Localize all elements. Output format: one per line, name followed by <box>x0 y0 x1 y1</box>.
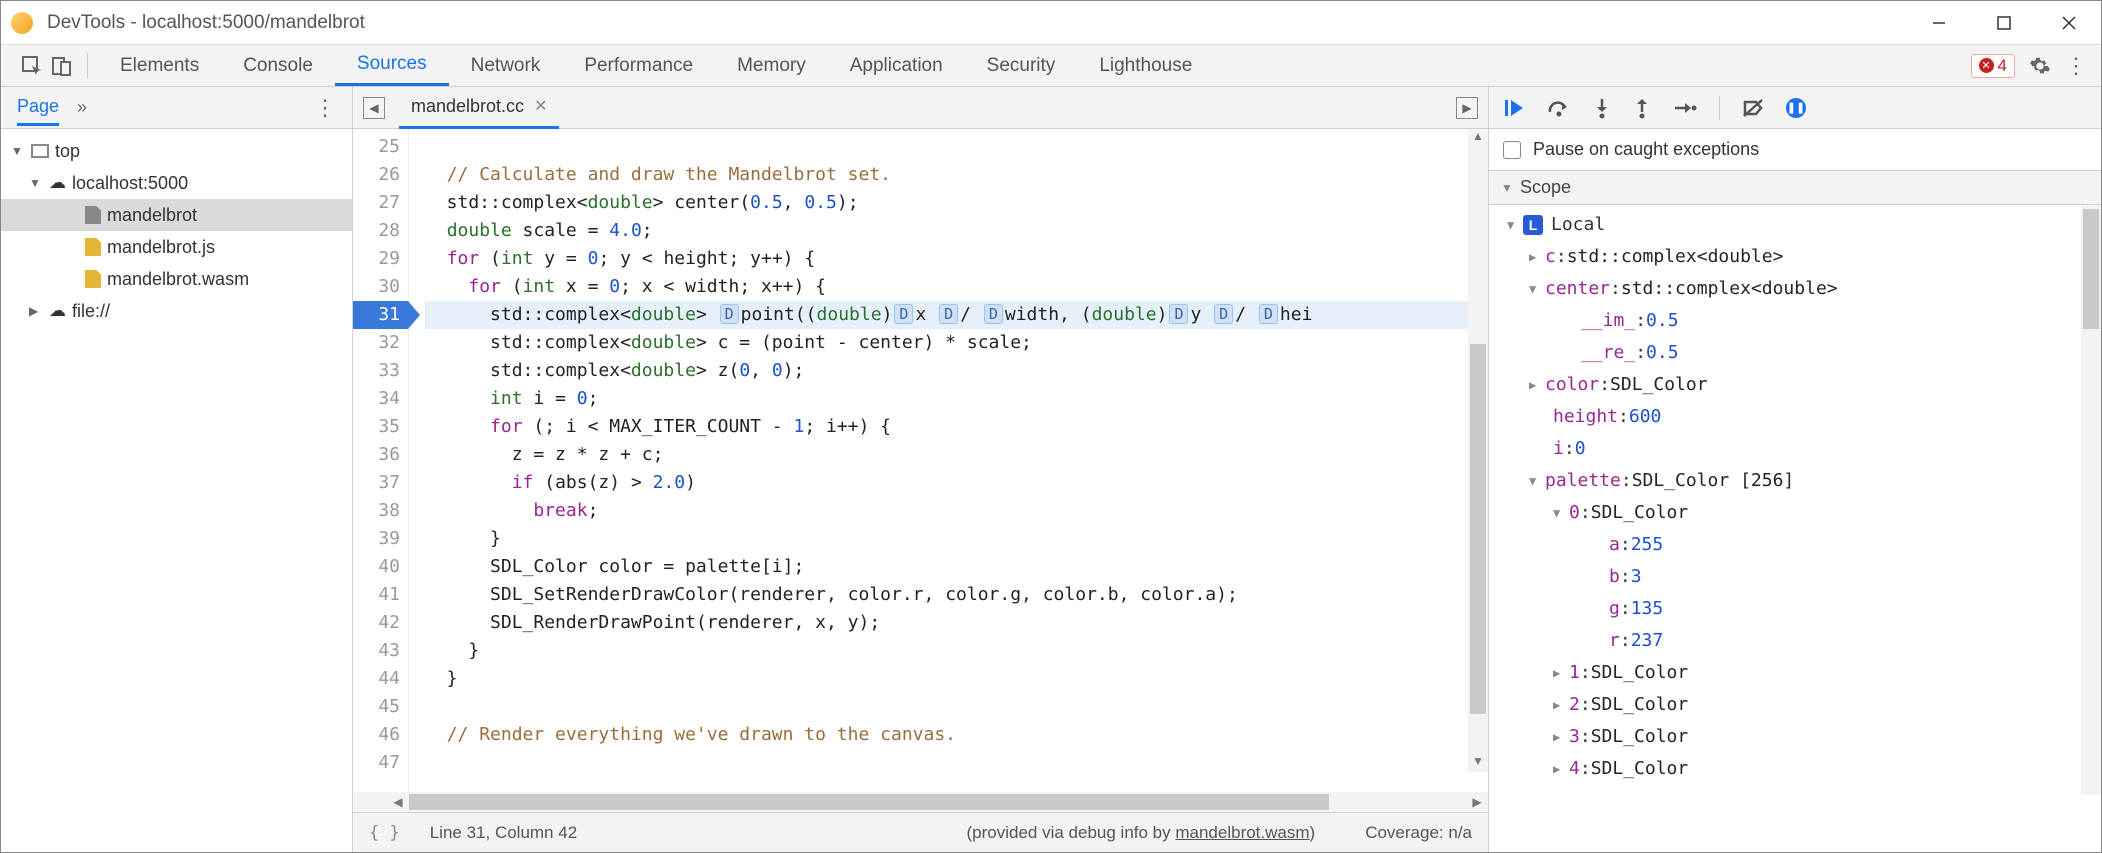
scope-vertical-scrollbar[interactable] <box>2081 205 2101 795</box>
pause-on-caught-label: Pause on caught exceptions <box>1533 139 1759 160</box>
code-area[interactable]: // Calculate and draw the Mandelbrot set… <box>409 129 1488 792</box>
cursor-position: Line 31, Column 42 <box>430 823 577 843</box>
tab-performance[interactable]: Performance <box>562 45 715 86</box>
local-badge-icon: L <box>1523 215 1543 235</box>
resume-icon[interactable] <box>1503 98 1525 118</box>
tree-file-mandelbrot-js[interactable]: mandelbrot.js <box>1 231 352 263</box>
debugger-pane: ❚❚ Pause on caught exceptions ▼ Scope ▼L… <box>1489 87 2101 852</box>
tree-file-mandelbrot[interactable]: mandelbrot <box>1 199 352 231</box>
tab-lighthouse[interactable]: Lighthouse <box>1077 45 1214 86</box>
debug-info-source-link[interactable]: mandelbrot.wasm <box>1175 823 1309 842</box>
scope-var-palette[interactable]: ▼palette: SDL_Color [256] <box>1489 465 2101 497</box>
pause-on-caught-checkbox[interactable] <box>1503 141 1521 159</box>
settings-gear-icon[interactable] <box>2029 55 2051 77</box>
sources-navigator: Page » ⋮ ▼ top ▼☁ localhost:5000 mandelb… <box>1 87 353 852</box>
window-close-button[interactable] <box>2036 1 2101 45</box>
error-count: 4 <box>1998 56 2007 76</box>
tab-network[interactable]: Network <box>449 45 563 86</box>
tab-console[interactable]: Console <box>221 45 335 86</box>
navigator-tab-page[interactable]: Page <box>17 96 59 126</box>
tab-security[interactable]: Security <box>965 45 1078 86</box>
coverage-status: Coverage: n/a <box>1365 823 1472 843</box>
source-editor: ◀ mandelbrot.cc ✕ ▶ 25262728293031323334… <box>353 87 1489 852</box>
file-tree: ▼ top ▼☁ localhost:5000 mandelbrot mande… <box>1 129 352 333</box>
scope-var-p0-r[interactable]: r: 237 <box>1489 625 2101 657</box>
scope-var-palette-2[interactable]: ▶2: SDL_Color <box>1489 689 2101 721</box>
scope-var-palette-0[interactable]: ▼0: SDL_Color <box>1489 497 2101 529</box>
editor-nav-fwd-icon[interactable]: ▶ <box>1456 97 1478 119</box>
inspect-element-icon[interactable] <box>17 45 47 86</box>
scope-tree: ▼L Local ▶c: std::complex<double> ▼cente… <box>1489 205 2101 795</box>
scope-var-p0-b[interactable]: b: 3 <box>1489 561 2101 593</box>
error-count-badge[interactable]: ✕ 4 <box>1971 54 2015 78</box>
scope-var-center-im[interactable]: __im_: 0.5 <box>1489 305 2101 337</box>
navigator-more-tabs-icon[interactable]: » <box>77 97 87 118</box>
tab-application[interactable]: Application <box>828 45 965 86</box>
scope-section-header[interactable]: ▼ Scope <box>1489 170 2101 205</box>
devtools-app-icon <box>11 12 33 34</box>
step-icon[interactable] <box>1673 99 1697 117</box>
step-into-icon[interactable] <box>1593 97 1611 119</box>
line-number-gutter[interactable]: 2526272829303132333435363738394041424344… <box>353 129 409 792</box>
tree-file-scheme[interactable]: ▶☁ file:// <box>1 295 352 327</box>
file-icon <box>85 238 101 256</box>
scope-var-center-re[interactable]: __re_: 0.5 <box>1489 337 2101 369</box>
pretty-print-icon[interactable]: { } <box>369 823 400 843</box>
file-icon <box>85 270 101 288</box>
scope-var-palette-4[interactable]: ▶4: SDL_Color <box>1489 753 2101 785</box>
editor-horizontal-scrollbar[interactable]: ◀▶ <box>353 792 1488 812</box>
close-tab-icon[interactable]: ✕ <box>534 96 547 116</box>
cloud-icon: ☁ <box>49 173 66 193</box>
tab-elements[interactable]: Elements <box>98 45 221 86</box>
editor-vertical-scrollbar[interactable]: ▲▼ <box>1468 129 1488 772</box>
tree-file-mandelbrot-wasm[interactable]: mandelbrot.wasm <box>1 263 352 295</box>
device-toolbar-icon[interactable] <box>47 45 77 86</box>
pause-on-exceptions-icon[interactable]: ❚❚ <box>1786 98 1806 118</box>
tree-host[interactable]: ▼☁ localhost:5000 <box>1 167 352 199</box>
editor-statusbar: { } Line 31, Column 42 (provided via deb… <box>353 812 1488 852</box>
scope-var-p0-g[interactable]: g: 135 <box>1489 593 2101 625</box>
window-minimize-button[interactable] <box>1906 1 1971 45</box>
error-icon: ✕ <box>1979 58 1994 73</box>
deactivate-breakpoints-icon[interactable] <box>1742 98 1764 118</box>
step-over-icon[interactable] <box>1547 98 1571 118</box>
editor-tab-mandelbrot-cc[interactable]: mandelbrot.cc ✕ <box>399 87 559 129</box>
devtools-tabstrip: Elements Console Sources Network Perform… <box>1 45 2101 87</box>
scope-var-height[interactable]: height: 600 <box>1489 401 2101 433</box>
tab-memory[interactable]: Memory <box>715 45 828 86</box>
step-out-icon[interactable] <box>1633 97 1651 119</box>
scope-var-palette-3[interactable]: ▶3: SDL_Color <box>1489 721 2101 753</box>
navigator-menu-icon[interactable]: ⋮ <box>314 95 336 121</box>
scope-var-c[interactable]: ▶c: std::complex<double> <box>1489 241 2101 273</box>
window-title: DevTools - localhost:5000/mandelbrot <box>47 12 365 34</box>
more-menu-icon[interactable]: ⋮ <box>2065 53 2087 79</box>
window-maximize-button[interactable] <box>1971 1 2036 45</box>
scope-var-color[interactable]: ▶color: SDL_Color <box>1489 369 2101 401</box>
scope-var-center[interactable]: ▼center: std::complex<double> <box>1489 273 2101 305</box>
scope-var-palette-1[interactable]: ▶1: SDL_Color <box>1489 657 2101 689</box>
tree-top-frame[interactable]: ▼ top <box>1 135 352 167</box>
editor-nav-back-icon[interactable]: ◀ <box>363 97 385 119</box>
scope-var-p0-a[interactable]: a: 255 <box>1489 529 2101 561</box>
scope-local[interactable]: ▼L Local <box>1489 209 2101 241</box>
file-icon <box>85 206 101 224</box>
frame-icon <box>31 144 49 158</box>
scope-var-i[interactable]: i: 0 <box>1489 433 2101 465</box>
window-titlebar: DevTools - localhost:5000/mandelbrot <box>1 1 2101 45</box>
tab-sources[interactable]: Sources <box>335 45 449 86</box>
cloud-icon: ☁ <box>49 301 66 321</box>
